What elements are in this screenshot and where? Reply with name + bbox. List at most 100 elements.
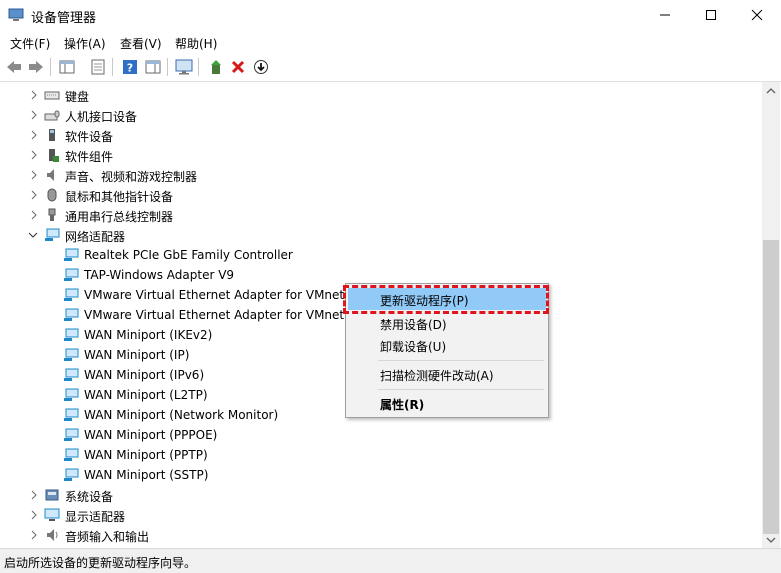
scan-monitor-button[interactable] xyxy=(174,57,194,77)
help-icon: ? xyxy=(123,60,137,75)
tree-item-label: 声音、视频和游戏控制器 xyxy=(65,170,198,184)
menu-item-label: 禁用设备(D) xyxy=(380,318,447,332)
menu-action[interactable]: 操作(A) xyxy=(64,35,106,52)
audio-io-icon xyxy=(47,529,58,541)
speaker-icon xyxy=(47,169,54,181)
adapter-item[interactable]: WAN Miniport (PPPOE) xyxy=(0,425,762,445)
tree-item-label: 系统设备 xyxy=(65,490,114,504)
menu-bar: 文件(F) 操作(A) 查看(V) 帮助(H) xyxy=(0,30,781,54)
adapter-label: TAP-Windows Adapter V9 xyxy=(84,268,235,282)
chevron-right-icon[interactable] xyxy=(29,529,39,541)
minimize-button[interactable] xyxy=(642,0,688,30)
adapter-item[interactable]: Realtek PCIe GbE Family Controller xyxy=(0,245,762,265)
adapter-item[interactable]: TAP-Windows Adapter V9 xyxy=(0,265,762,285)
chevron-right-icon[interactable] xyxy=(29,169,39,181)
adapter-label: WAN Miniport (PPTP) xyxy=(84,448,208,462)
scroll-down-button[interactable] xyxy=(762,531,780,548)
tree-item-hid[interactable]: 人机接口设备 xyxy=(0,105,762,125)
menu-item-scan-hardware[interactable]: 扫描检测硬件改动(A) xyxy=(348,363,546,385)
chevron-right-icon[interactable] xyxy=(29,489,39,501)
help-button[interactable]: ? xyxy=(120,57,140,77)
menu-item-properties[interactable]: 属性(R) xyxy=(348,392,546,414)
adapter-item[interactable]: WAN Miniport (SSTP) xyxy=(0,465,762,485)
tree-item-software-devices[interactable]: 软件设备 xyxy=(0,125,762,145)
keyboard-icon xyxy=(44,91,60,100)
status-text: 启动所选设备的更新驱动程序向导。 xyxy=(4,556,197,570)
adapter-label: WAN Miniport (IPv6) xyxy=(84,368,205,382)
adapter-label: Realtek PCIe GbE Family Controller xyxy=(84,248,293,262)
adapter-label: VMware Virtual Ethernet Adapter for VMne… xyxy=(84,308,352,322)
adapter-item[interactable]: WAN Miniport (PPTP) xyxy=(0,445,762,465)
menu-view[interactable]: 查看(V) xyxy=(120,35,162,52)
maximize-icon xyxy=(706,10,716,20)
chevron-down-icon xyxy=(766,537,776,543)
adapter-label: WAN Miniport (IKEv2) xyxy=(84,328,213,342)
maximize-button[interactable] xyxy=(688,0,734,30)
adapter-label: VMware Virtual Ethernet Adapter for VMne… xyxy=(84,288,345,302)
close-button[interactable] xyxy=(734,0,780,30)
system-device-icon xyxy=(45,489,59,501)
menu-item-uninstall-device[interactable]: 卸载设备(U) xyxy=(348,334,546,356)
console-tree-icon xyxy=(59,60,75,74)
tree-item-usb[interactable]: 通用串行总线控制器 xyxy=(0,205,762,225)
scroll-thumb[interactable] xyxy=(763,240,779,534)
tree-item-label: 软件组件 xyxy=(65,150,114,164)
chevron-right-icon[interactable] xyxy=(29,89,39,101)
close-icon xyxy=(751,9,763,21)
adapter-label: WAN Miniport (IP) xyxy=(84,348,190,362)
menu-file[interactable]: 文件(F) xyxy=(10,35,50,52)
chevron-right-icon[interactable] xyxy=(29,209,39,221)
chevron-right-icon[interactable] xyxy=(29,129,39,141)
download-driver-icon xyxy=(254,60,268,74)
network-adapter-icon xyxy=(45,228,60,241)
tree-item-sound[interactable]: 声音、视频和游戏控制器 xyxy=(0,165,762,185)
console-tree-button[interactable] xyxy=(57,57,77,77)
tree-item-audio-io[interactable]: 音频输入和输出 xyxy=(0,525,762,545)
update-driver-button[interactable] xyxy=(206,57,226,77)
chevron-right-icon[interactable] xyxy=(29,149,39,161)
tree-item-network-adapters[interactable]: 网络适配器 xyxy=(0,225,762,245)
tree-item-mice[interactable]: 鼠标和其他指针设备 xyxy=(0,185,762,205)
menu-help[interactable]: 帮助(H) xyxy=(175,35,217,52)
forward-arrow-icon xyxy=(29,61,43,73)
chevron-right-icon[interactable] xyxy=(29,509,39,521)
menu-separator xyxy=(378,389,544,390)
tree-item-label: 网络适配器 xyxy=(65,230,126,244)
menu-item-label: 卸载设备(U) xyxy=(380,340,447,354)
forward-button[interactable] xyxy=(26,57,46,77)
network-adapter-icon xyxy=(64,328,79,341)
tree-item-label: 音频输入和输出 xyxy=(65,530,150,544)
download-driver-button[interactable] xyxy=(251,57,271,77)
toolbar-separator xyxy=(112,58,113,76)
chevron-right-icon[interactable] xyxy=(29,189,39,201)
tree-item-software-components[interactable]: 软件组件 xyxy=(0,145,762,165)
network-adapter-icon xyxy=(64,308,79,321)
title-bar: 设备管理器 xyxy=(0,0,781,30)
menu-item-disable-device[interactable]: 禁用设备(D) xyxy=(348,312,546,334)
toolbar-separator xyxy=(50,58,51,76)
menu-item-label: 扫描检测硬件改动(A) xyxy=(380,369,494,383)
tree-item-system-devices[interactable]: 系统设备 xyxy=(0,485,762,505)
scan-monitor-icon xyxy=(175,59,193,75)
adapter-label: WAN Miniport (Network Monitor) xyxy=(84,408,279,422)
scroll-up-button[interactable] xyxy=(762,82,780,99)
network-adapter-icon xyxy=(64,468,79,481)
properties-button[interactable] xyxy=(88,57,108,77)
svg-text:?: ? xyxy=(127,62,133,75)
vertical-scrollbar[interactable] xyxy=(762,82,780,548)
network-adapter-icon xyxy=(64,368,79,381)
action-pane-button[interactable] xyxy=(143,57,163,77)
window-title: 设备管理器 xyxy=(31,11,97,26)
software-component-icon xyxy=(49,149,59,162)
chevron-right-icon[interactable] xyxy=(29,109,39,121)
tree-item-keyboard[interactable]: 键盘 xyxy=(0,85,762,105)
minimize-icon xyxy=(660,14,670,16)
tree-item-label: 键盘 xyxy=(65,90,90,104)
uninstall-button[interactable] xyxy=(228,57,248,77)
chevron-down-icon[interactable] xyxy=(28,229,38,241)
action-pane-icon xyxy=(145,60,161,74)
hid-device-icon xyxy=(44,110,60,121)
tree-item-display-adapters[interactable]: 显示适配器 xyxy=(0,505,762,525)
back-button[interactable] xyxy=(4,57,24,77)
toolbar-separator xyxy=(198,58,199,76)
